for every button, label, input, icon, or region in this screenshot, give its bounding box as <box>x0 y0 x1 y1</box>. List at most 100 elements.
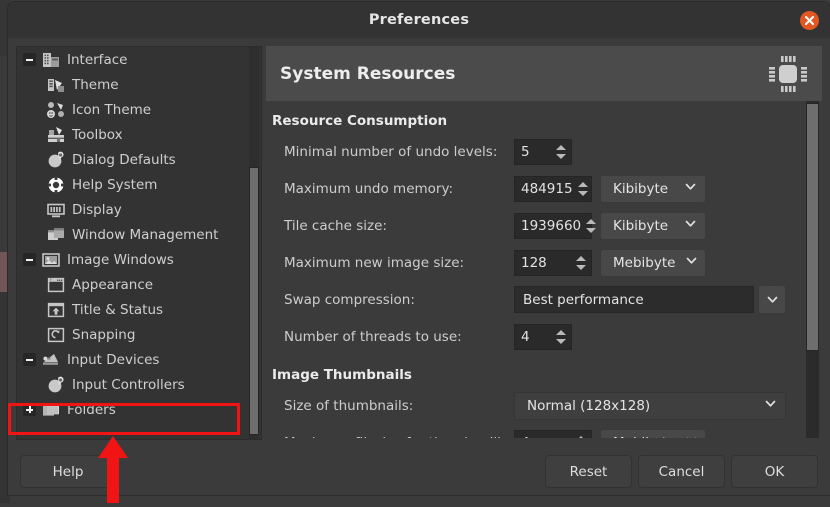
cpu-chip-icon <box>766 53 810 99</box>
input-controllers-icon <box>48 376 64 392</box>
tree-scrollbar-thumb[interactable] <box>249 167 259 435</box>
stepper-up-icon[interactable] <box>556 144 566 150</box>
unit-dropdown-value: Kibibyte <box>613 180 669 197</box>
chevron-down-icon <box>685 434 698 438</box>
setting-row: Number of threads to use: 4 <box>266 318 804 355</box>
cancel-button[interactable]: Cancel <box>638 455 725 488</box>
spinbox-stepper[interactable] <box>573 251 589 275</box>
setting-label: Number of threads to use: <box>284 328 462 345</box>
sidebar-item-dialog-defaults[interactable]: Dialog Defaults <box>17 147 249 172</box>
settings-scrollbar[interactable] <box>806 101 819 438</box>
unit-dropdown[interactable]: Mebibyte <box>600 428 706 438</box>
spinbox-stepper[interactable] <box>553 140 569 164</box>
theme-icon <box>48 78 64 92</box>
sidebar-item-window-management[interactable]: Window Management <box>17 222 249 247</box>
stepper-up-icon[interactable] <box>576 435 586 438</box>
sidebar-item-label: Appearance <box>72 276 154 293</box>
sidebar-item-theme[interactable]: Theme <box>17 72 249 97</box>
spinbox[interactable]: 5 <box>514 138 572 165</box>
sidebar-item-toolbox[interactable]: Toolbox <box>17 122 249 147</box>
sidebar-item-display[interactable]: Display <box>17 197 249 222</box>
unit-dropdown[interactable]: Kibibyte <box>600 211 706 240</box>
ok-button[interactable]: OK <box>731 455 818 488</box>
stepper-up-icon[interactable] <box>578 181 589 187</box>
thumbnail-size-dropdown[interactable]: Normal (128x128) <box>514 391 786 420</box>
spinbox-value[interactable]: 1939660 <box>515 218 586 234</box>
stepper-down-icon[interactable] <box>586 227 597 233</box>
spinbox-value[interactable]: 4 <box>515 435 573 439</box>
sidebar-item-label: Help System <box>72 176 158 193</box>
dialog-titlebar: Preferences <box>8 2 830 38</box>
spinbox-value[interactable]: 484915 <box>515 181 578 197</box>
settings-list: Resource Consumption Minimal number of un… <box>266 101 804 438</box>
setting-row: Tile cache size: 1939660 Kibibyte <box>266 207 804 244</box>
setting-label: Maximum new image size: <box>284 254 465 271</box>
spinbox[interactable]: 4 <box>514 323 572 350</box>
spinbox[interactable]: 128 <box>514 249 592 276</box>
sidebar-item-image-windows[interactable]: Image Windows <box>17 247 249 272</box>
setting-label: Maximum undo memory: <box>284 180 454 197</box>
screen: Preferences Interface Theme Icon Theme Tool… <box>0 0 830 503</box>
setting-label: Swap compression: <box>284 291 415 308</box>
dialog-title: Preferences <box>368 12 470 28</box>
expand-plus-icon[interactable] <box>23 403 36 416</box>
spinbox-value[interactable]: 128 <box>515 255 573 271</box>
close-icon[interactable] <box>800 11 819 30</box>
setting-row: Maximum undo memory: 484915 Kibibyte <box>266 170 804 207</box>
tree-scrollbar[interactable] <box>249 47 259 439</box>
setting-label: Minimal number of undo levels: <box>284 143 498 160</box>
spinbox-stepper[interactable] <box>586 214 597 238</box>
collapse-minus-icon[interactable] <box>23 253 36 266</box>
stepper-up-icon[interactable] <box>576 255 586 261</box>
sidebar-item-label: Folders <box>67 401 116 418</box>
stepper-down-icon[interactable] <box>556 338 566 344</box>
settings-scrollbar-thumb[interactable] <box>806 103 819 351</box>
spinbox[interactable]: 1939660 <box>514 212 597 239</box>
title-status-icon <box>47 302 65 317</box>
spinbox-value[interactable]: 5 <box>515 144 553 160</box>
swap-compression-dropdown[interactable]: Best performance <box>514 286 754 313</box>
spinbox-value[interactable]: 4 <box>515 329 553 345</box>
sidebar-item-label: Interface <box>67 51 128 68</box>
display-icon <box>47 203 65 217</box>
unit-dropdown[interactable]: Kibibyte <box>600 174 706 203</box>
input-devices-icon <box>43 353 58 365</box>
sidebar-item-label: Window Management <box>72 226 219 243</box>
sidebar-item-interface[interactable]: Interface <box>17 47 249 72</box>
sidebar-item-folders[interactable]: Folders <box>17 397 249 422</box>
preferences-dialog: Preferences Interface Theme Icon Theme Tool… <box>8 2 830 495</box>
sidebar-item-title-status[interactable]: Title & Status <box>17 297 249 322</box>
sidebar-item-help-system[interactable]: Help System <box>17 172 249 197</box>
spinbox-stepper[interactable] <box>578 177 589 201</box>
reset-button[interactable]: Reset <box>545 455 632 488</box>
spinbox[interactable]: 4 <box>514 429 592 439</box>
setting-label: Maximum filesize for thumbnailing: <box>266 435 523 439</box>
stepper-up-icon[interactable] <box>586 218 597 224</box>
spinbox[interactable]: 484915 <box>514 175 592 202</box>
unit-dropdown[interactable]: Mebibyte <box>600 248 706 277</box>
collapse-minus-icon[interactable] <box>23 53 36 66</box>
sidebar-item-appearance[interactable]: F Appearance <box>17 272 249 297</box>
collapse-minus-icon[interactable] <box>23 353 36 366</box>
stepper-down-icon[interactable] <box>576 264 586 270</box>
sidebar-item-label: Input Controllers <box>72 376 185 393</box>
sidebar-item-icon-theme[interactable]: Icon Theme <box>17 97 249 122</box>
stepper-down-icon[interactable] <box>556 153 566 159</box>
sidebar-item-label: Icon Theme <box>72 101 152 118</box>
sidebar-item-input-devices[interactable]: Input Devices <box>17 347 249 372</box>
setting-label: Tile cache size: <box>284 217 387 234</box>
snapping-icon <box>47 327 65 342</box>
help-button[interactable]: Help <box>20 455 116 488</box>
sidebar-item-snapping[interactable]: Snapping <box>17 322 249 347</box>
stepper-up-icon[interactable] <box>556 329 566 335</box>
settings-panel: System Resources Resource Consumption Mi… <box>266 46 822 438</box>
interface-icon <box>43 52 59 67</box>
chevron-down-icon[interactable] <box>758 285 786 314</box>
icon-theme-icon <box>47 101 64 118</box>
dialog-body: Interface Theme Icon Theme Toolbox Dialog De… <box>8 38 830 447</box>
setting-row: Maximum new image size: 128 Mebibyte <box>266 244 804 281</box>
stepper-down-icon[interactable] <box>578 190 589 196</box>
sidebar-item-input-controllers[interactable]: Input Controllers <box>17 372 249 397</box>
spinbox-stepper[interactable] <box>553 325 569 349</box>
spinbox-stepper[interactable] <box>573 431 589 438</box>
